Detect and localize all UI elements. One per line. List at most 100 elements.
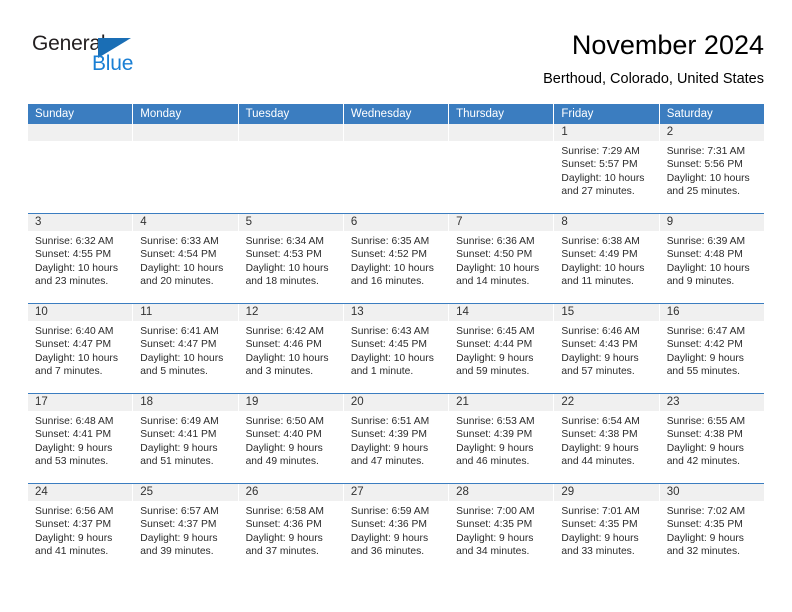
day-details: Sunrise: 6:35 AM Sunset: 4:52 PM Daylight:…	[344, 231, 448, 289]
calendar-day-cell[interactable]: 15 Sunrise: 6:46 AM Sunset: 4:43 PM Dayligh…	[554, 304, 660, 393]
sunset-text: Sunset: 4:39 PM	[456, 429, 533, 441]
sunrise-text: Sunrise: 6:51 AM	[350, 416, 430, 427]
day-number: 7	[449, 214, 554, 231]
daylight-text-line1: Daylight: 9 hours	[350, 532, 429, 544]
daylight-text-line2: and 11 minutes.	[561, 276, 634, 288]
calendar-day-cell[interactable]: 14 Sunrise: 6:45 AM Sunset: 4:44 PM Dayligh…	[449, 304, 555, 393]
daylight-text-line1: Daylight: 9 hours	[350, 442, 429, 454]
calendar-day-cell[interactable]: 10 Sunrise: 6:40 AM Sunset: 4:47 PM Dayligh…	[28, 304, 134, 393]
calendar-day-cell[interactable]: 13 Sunrise: 6:43 AM Sunset: 4:45 PM Dayligh…	[343, 304, 450, 393]
sunset-text: Sunset: 5:56 PM	[666, 159, 743, 171]
calendar-day-cell[interactable]: 1 Sunrise: 7:29 AM Sunset: 5:57 PM Daylight…	[554, 124, 660, 213]
calendar-day-cell[interactable]: 18 Sunrise: 6:49 AM Sunset: 4:41 PM Dayligh…	[133, 394, 239, 483]
calendar-day-cell[interactable]: 25 Sunrise: 6:57 AM Sunset: 4:37 PM Dayligh…	[133, 484, 239, 573]
daylight-text-line2: and 44 minutes.	[561, 456, 635, 468]
calendar-day-cell[interactable]: 26 Sunrise: 6:58 AM Sunset: 4:36 PM Dayligh…	[238, 484, 344, 573]
daylight-text-line2: and 18 minutes.	[245, 276, 319, 288]
daylight-text-line2: and 20 minutes.	[140, 276, 214, 288]
calendar-day-cell[interactable]: 4 Sunrise: 6:33 AM Sunset: 4:54 PM Daylight…	[133, 214, 239, 303]
calendar-day-cell[interactable]: 29 Sunrise: 7:01 AM Sunset: 4:35 PM Dayligh…	[554, 484, 660, 573]
sunrise-text: Sunrise: 6:34 AM	[245, 236, 324, 247]
daylight-text-line2: and 42 minutes.	[666, 456, 740, 468]
calendar-day-cell[interactable]: 20 Sunrise: 6:51 AM Sunset: 4:39 PM Dayligh…	[343, 394, 450, 483]
day-details: Sunrise: 6:56 AM Sunset: 4:37 PM Daylight:…	[28, 501, 132, 559]
calendar-week-row: 1 Sunrise: 7:29 AM Sunset: 5:57 PM Daylight…	[28, 124, 764, 213]
calendar-day-cell[interactable]: 12 Sunrise: 6:42 AM Sunset: 4:46 PM Dayligh…	[238, 304, 344, 393]
sunset-text: Sunset: 4:43 PM	[561, 339, 638, 351]
weekday-header-thursday: Thursday	[449, 104, 555, 124]
daylight-text-line1: Daylight: 10 hours	[561, 262, 645, 274]
sunrise-text: Sunrise: 7:29 AM	[561, 146, 640, 157]
daylight-text-line1: Daylight: 10 hours	[140, 352, 224, 364]
sunrise-text: Sunrise: 6:59 AM	[350, 506, 430, 517]
daylight-text-line1: Daylight: 10 hours	[245, 352, 329, 364]
sunrise-text: Sunrise: 6:42 AM	[245, 326, 324, 337]
calendar-day-cell[interactable]: 30 Sunrise: 7:02 AM Sunset: 4:35 PM Dayligh…	[659, 484, 764, 573]
day-details: Sunrise: 6:51 AM Sunset: 4:39 PM Daylight:…	[344, 411, 448, 469]
calendar-day-cell[interactable]: 7 Sunrise: 6:36 AM Sunset: 4:50 PM Daylight…	[449, 214, 555, 303]
calendar-day-cell[interactable]: 8 Sunrise: 6:38 AM Sunset: 4:49 PM Daylight…	[554, 214, 660, 303]
day-number	[133, 124, 238, 141]
day-number: 8	[554, 214, 659, 231]
day-number: 27	[343, 484, 449, 501]
sunrise-text: Sunrise: 6:50 AM	[245, 416, 324, 427]
calendar-day-cell[interactable]: 19 Sunrise: 6:50 AM Sunset: 4:40 PM Dayligh…	[238, 394, 344, 483]
calendar-day-cell[interactable]: 3 Sunrise: 6:32 AM Sunset: 4:55 PM Daylight…	[28, 214, 134, 303]
calendar-day-cell[interactable]: 24 Sunrise: 6:56 AM Sunset: 4:37 PM Dayligh…	[28, 484, 134, 573]
daylight-text-line1: Daylight: 9 hours	[666, 532, 744, 544]
daylight-text-line2: and 37 minutes.	[245, 546, 319, 558]
sunrise-text: Sunrise: 6:33 AM	[140, 236, 219, 247]
calendar-week-row: 3 Sunrise: 6:32 AM Sunset: 4:55 PM Daylight…	[28, 213, 764, 303]
calendar-day-cell[interactable]: 11 Sunrise: 6:41 AM Sunset: 4:47 PM Dayligh…	[133, 304, 239, 393]
day-details: Sunrise: 6:45 AM Sunset: 4:44 PM Daylight:…	[449, 321, 553, 379]
sunset-text: Sunset: 5:57 PM	[561, 159, 638, 171]
day-number: 6	[343, 214, 449, 231]
calendar-day-cell[interactable]: 6 Sunrise: 6:35 AM Sunset: 4:52 PM Daylight…	[343, 214, 450, 303]
calendar-day-cell[interactable]: 17 Sunrise: 6:48 AM Sunset: 4:41 PM Dayligh…	[28, 394, 134, 483]
calendar-day-cell[interactable]: 23 Sunrise: 6:55 AM Sunset: 4:38 PM Dayligh…	[659, 394, 764, 483]
sunset-text: Sunset: 4:38 PM	[561, 429, 638, 441]
calendar-day-cell[interactable]: 21 Sunrise: 6:53 AM Sunset: 4:39 PM Dayligh…	[449, 394, 555, 483]
day-details: Sunrise: 6:48 AM Sunset: 4:41 PM Daylight:…	[28, 411, 132, 469]
daylight-text-line2: and 25 minutes.	[666, 186, 740, 198]
day-number	[343, 124, 449, 141]
general-blue-logo[interactable]: General Blue	[32, 32, 172, 80]
weekday-header-saturday: Saturday	[659, 104, 764, 124]
daylight-text-line2: and 7 minutes.	[35, 366, 103, 378]
title-block: November 2024 Berthoud, Colorado, United…	[543, 28, 764, 90]
day-details: Sunrise: 7:01 AM Sunset: 4:35 PM Daylight:…	[554, 501, 658, 559]
calendar-day-cell[interactable]: 9 Sunrise: 6:39 AM Sunset: 4:48 PM Daylight…	[659, 214, 764, 303]
calendar-day-cell[interactable]: 22 Sunrise: 6:54 AM Sunset: 4:38 PM Dayligh…	[554, 394, 660, 483]
sunrise-text: Sunrise: 6:54 AM	[561, 416, 640, 427]
day-details: Sunrise: 6:41 AM Sunset: 4:47 PM Daylight:…	[133, 321, 237, 379]
daylight-text-line2: and 53 minutes.	[35, 456, 109, 468]
weekday-header-monday: Monday	[133, 104, 239, 124]
calendar-day-cell[interactable]: 27 Sunrise: 6:59 AM Sunset: 4:36 PM Dayligh…	[343, 484, 450, 573]
calendar-day-cell[interactable]: 28 Sunrise: 7:00 AM Sunset: 4:35 PM Dayligh…	[449, 484, 555, 573]
sunrise-text: Sunrise: 6:58 AM	[245, 506, 324, 517]
calendar-day-cell[interactable]: 16 Sunrise: 6:47 AM Sunset: 4:42 PM Dayligh…	[659, 304, 764, 393]
daylight-text-line1: Daylight: 9 hours	[666, 352, 744, 364]
sunset-text: Sunset: 4:47 PM	[35, 339, 112, 351]
day-details: Sunrise: 6:39 AM Sunset: 4:48 PM Daylight:…	[660, 231, 764, 289]
day-number: 10	[28, 304, 133, 321]
day-details: Sunrise: 6:36 AM Sunset: 4:50 PM Daylight:…	[449, 231, 553, 289]
day-number: 20	[343, 394, 449, 411]
day-details: Sunrise: 6:42 AM Sunset: 4:46 PM Daylight:…	[239, 321, 343, 379]
day-number: 12	[238, 304, 343, 321]
daylight-text-line1: Daylight: 9 hours	[666, 442, 744, 454]
calendar-week-row: 17 Sunrise: 6:48 AM Sunset: 4:41 PM Dayligh…	[28, 393, 764, 483]
daylight-text-line2: and 51 minutes.	[140, 456, 214, 468]
weekday-header-wednesday: Wednesday	[343, 104, 450, 124]
sunset-text: Sunset: 4:42 PM	[666, 339, 743, 351]
daylight-text-line2: and 32 minutes.	[666, 546, 740, 558]
daylight-text-line1: Daylight: 9 hours	[561, 352, 639, 364]
weekday-header-sunday: Sunday	[28, 104, 134, 124]
calendar-day-cell[interactable]: 5 Sunrise: 6:34 AM Sunset: 4:53 PM Daylight…	[238, 214, 344, 303]
day-details: Sunrise: 7:00 AM Sunset: 4:35 PM Daylight:…	[449, 501, 553, 559]
daylight-text-line1: Daylight: 9 hours	[35, 442, 113, 454]
daylight-text-line2: and 5 minutes.	[140, 366, 208, 378]
calendar-day-cell[interactable]: 2 Sunrise: 7:31 AM Sunset: 5:56 PM Daylight…	[659, 124, 764, 213]
daylight-text-line1: Daylight: 9 hours	[245, 532, 323, 544]
day-number: 28	[449, 484, 554, 501]
